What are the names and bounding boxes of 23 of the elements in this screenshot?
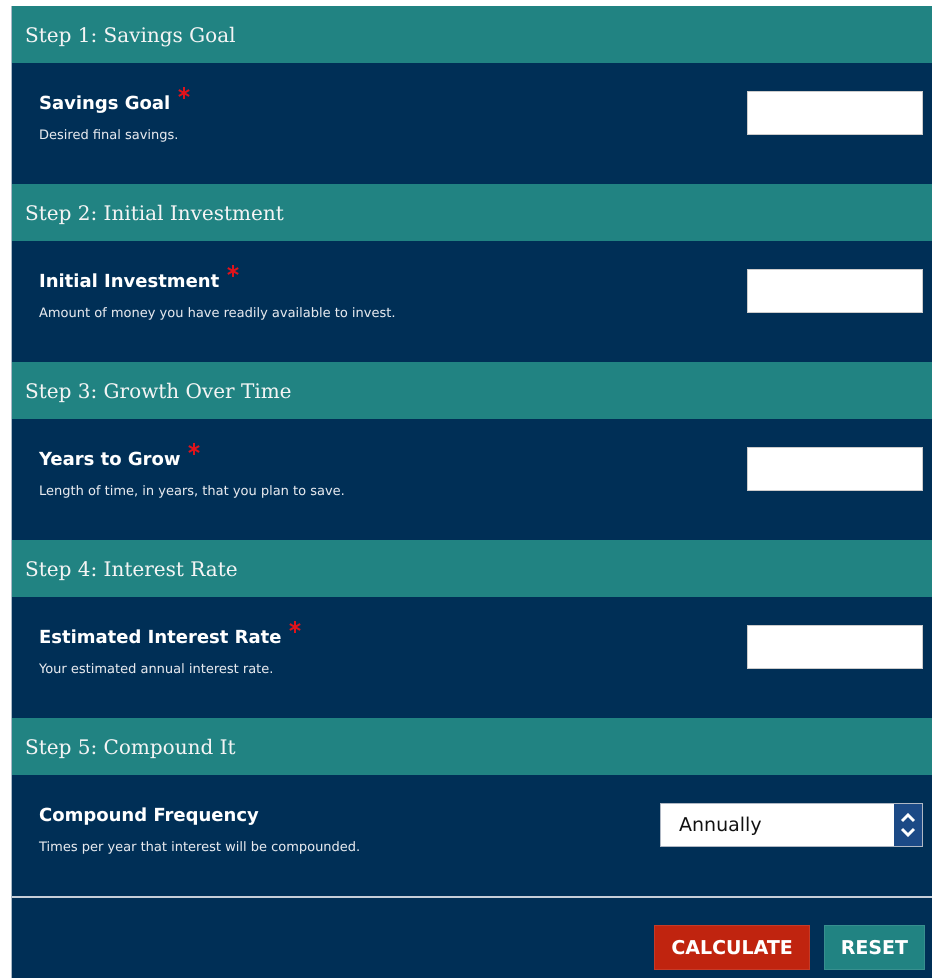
step-title: Step 1: Savings Goal — [25, 22, 236, 46]
field-help-text: Desired final savings. — [39, 128, 180, 143]
select-field[interactable]: Annually — [660, 803, 923, 847]
field-help-text: Times per year that interest will be compounded. — [39, 840, 360, 855]
input-field[interactable] — [747, 447, 923, 491]
step-title: Step 4: Interest Rate — [25, 556, 238, 580]
field-label: Initial Investment — [39, 271, 220, 292]
field-help-text: Amount of money you have readily available to invest. — [39, 306, 396, 321]
field-label: Years to Grow — [39, 449, 180, 470]
reset-button[interactable]: RESET — [824, 925, 925, 970]
input-field[interactable] — [747, 269, 923, 313]
field-label: Compound Frequency — [39, 805, 259, 826]
field-label: Savings Goal — [39, 93, 170, 114]
input-field[interactable] — [747, 625, 923, 669]
field-label: Estimated Interest Rate — [39, 627, 282, 648]
spinner-icon — [894, 804, 922, 846]
step-title: Step 3: Growth Over Time — [25, 378, 292, 402]
field-help-text: Your estimated annual interest rate. — [39, 662, 274, 677]
field-help-text: Length of time, in years, that you plan to save. — [39, 484, 345, 499]
input-field[interactable] — [747, 91, 923, 135]
step-title: Step 2: Initial Investment — [25, 200, 284, 224]
calculate-button[interactable]: CALCULATE — [654, 925, 810, 970]
step-title: Step 5: Compound It — [25, 734, 236, 758]
